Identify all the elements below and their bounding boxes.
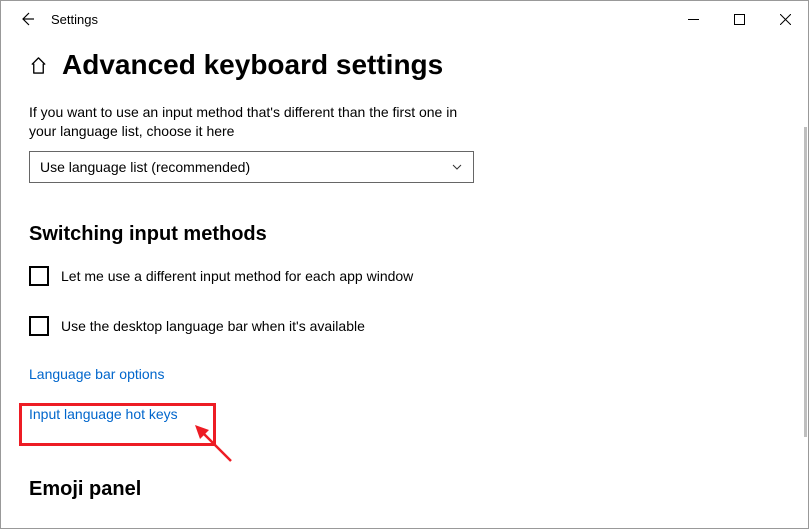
chevron-down-icon [451,161,463,173]
switching-heading: Switching input methods [29,223,573,246]
checkbox-box [29,266,49,286]
emoji-heading: Emoji panel [29,478,573,501]
input-method-dropdown[interactable]: Use language list (recommended) [29,151,474,183]
language-bar-options-link[interactable]: Language bar options [29,366,164,382]
home-button[interactable] [29,56,48,75]
back-arrow-icon [19,11,35,27]
checkbox-box [29,316,49,336]
page-title: Advanced keyboard settings [62,49,443,81]
window-controls [670,1,808,37]
scrollbar[interactable] [804,127,807,437]
home-icon [29,56,48,75]
minimize-button[interactable] [670,1,716,37]
input-language-hot-keys-link[interactable]: Input language hot keys [29,406,178,422]
checkbox-label: Use the desktop language bar when it's a… [61,318,365,334]
page-header: Advanced keyboard settings [29,49,573,81]
close-icon [780,14,791,25]
maximize-icon [734,14,745,25]
content-area: Advanced keyboard settings If you want t… [1,37,601,501]
minimize-icon [688,14,699,25]
maximize-button[interactable] [716,1,762,37]
window-title: Settings [51,12,98,27]
checkbox-label: Let me use a different input method for … [61,268,413,284]
back-button[interactable] [13,11,41,27]
dropdown-value: Use language list (recommended) [40,159,250,175]
checkbox-different-input-per-window[interactable]: Let me use a different input method for … [29,266,573,286]
checkbox-desktop-language-bar[interactable]: Use the desktop language bar when it's a… [29,316,573,336]
close-button[interactable] [762,1,808,37]
override-description: If you want to use an input method that'… [29,103,459,141]
